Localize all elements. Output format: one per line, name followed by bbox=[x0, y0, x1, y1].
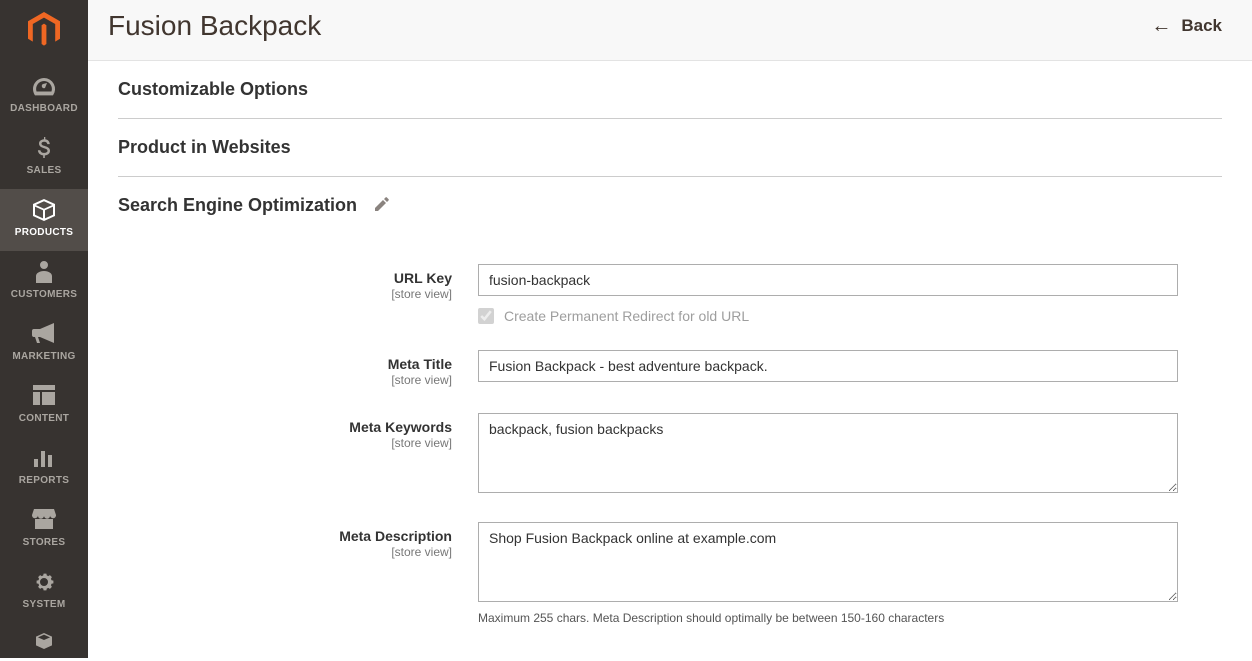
field-meta-title: Meta Title [store view] bbox=[118, 350, 1222, 387]
sidebar-item-reports[interactable]: REPORTS bbox=[0, 437, 88, 499]
storefront-icon bbox=[0, 509, 88, 531]
gear-icon bbox=[0, 571, 88, 593]
meta-title-label: Meta Title bbox=[118, 356, 452, 372]
dollar-icon bbox=[0, 137, 88, 159]
page-title: Fusion Backpack bbox=[108, 10, 321, 42]
arrow-left-icon: ← bbox=[1151, 15, 1171, 38]
scope-label: [store view] bbox=[118, 287, 452, 301]
section-seo[interactable]: Search Engine Optimization bbox=[118, 177, 1222, 234]
dashboard-icon bbox=[0, 75, 88, 97]
sidebar-label: DASHBOARD bbox=[0, 103, 88, 114]
url-key-label: URL Key bbox=[118, 270, 452, 286]
back-label: Back bbox=[1181, 16, 1222, 36]
meta-description-input[interactable] bbox=[478, 522, 1178, 602]
section-title: Search Engine Optimization bbox=[118, 195, 357, 216]
layout-icon bbox=[0, 385, 88, 407]
sidebar-label: STORES bbox=[0, 537, 88, 548]
bars-icon bbox=[0, 447, 88, 469]
redirect-checkbox bbox=[478, 308, 494, 324]
sidebar-item-stores[interactable]: STORES bbox=[0, 499, 88, 561]
sidebar-label: PRODUCTS bbox=[0, 227, 88, 238]
meta-keywords-input[interactable] bbox=[478, 413, 1178, 493]
sidebar-item-sales[interactable]: SALES bbox=[0, 127, 88, 189]
field-url-key: URL Key [store view] Create Permanent Re… bbox=[118, 264, 1222, 324]
section-customizable-options[interactable]: Customizable Options bbox=[118, 61, 1222, 119]
sidebar-item-marketing[interactable]: MARKETING bbox=[0, 313, 88, 375]
sidebar-label: MARKETING bbox=[0, 351, 88, 362]
scope-label: [store view] bbox=[118, 436, 452, 450]
scope-label: [store view] bbox=[118, 545, 452, 559]
pencil-icon bbox=[375, 197, 389, 214]
meta-title-input[interactable] bbox=[478, 350, 1178, 382]
sidebar-label: CONTENT bbox=[0, 413, 88, 424]
meta-description-note: Maximum 255 chars. Meta Description shou… bbox=[478, 611, 1178, 625]
redirect-label: Create Permanent Redirect for old URL bbox=[504, 308, 749, 324]
field-meta-description: Meta Description [store view] Maximum 25… bbox=[118, 522, 1222, 625]
redirect-checkbox-row: Create Permanent Redirect for old URL bbox=[478, 308, 1178, 324]
seo-form: URL Key [store view] Create Permanent Re… bbox=[118, 234, 1222, 625]
section-title: Product in Websites bbox=[118, 137, 291, 158]
admin-sidebar: DASHBOARD SALES PRODUCTS CUSTOMERS MARKE bbox=[0, 0, 88, 658]
sidebar-label: SYSTEM bbox=[0, 599, 88, 610]
sidebar-label: SALES bbox=[0, 165, 88, 176]
sidebar-item-customers[interactable]: CUSTOMERS bbox=[0, 251, 88, 313]
sidebar-item-dashboard[interactable]: DASHBOARD bbox=[0, 65, 88, 127]
sidebar-item-system[interactable]: SYSTEM bbox=[0, 561, 88, 623]
magento-logo[interactable] bbox=[24, 10, 64, 50]
megaphone-icon bbox=[0, 323, 88, 345]
back-button[interactable]: ← Back bbox=[1151, 15, 1222, 38]
content-area: Customizable Options Product in Websites… bbox=[88, 61, 1252, 658]
box-icon bbox=[0, 199, 88, 221]
sidebar-label: CUSTOMERS bbox=[0, 289, 88, 300]
person-icon bbox=[0, 261, 88, 283]
sidebar-item-content[interactable]: CONTENT bbox=[0, 375, 88, 437]
sidebar-item-products[interactable]: PRODUCTS bbox=[0, 189, 88, 251]
sidebar-item-extra[interactable] bbox=[0, 623, 88, 661]
url-key-input[interactable] bbox=[478, 264, 1178, 296]
section-product-in-websites[interactable]: Product in Websites bbox=[118, 119, 1222, 177]
package-icon bbox=[0, 633, 88, 655]
meta-keywords-label: Meta Keywords bbox=[118, 419, 452, 435]
field-meta-keywords: Meta Keywords [store view] bbox=[118, 413, 1222, 496]
main-area: Fusion Backpack ← Back Customizable Opti… bbox=[88, 0, 1252, 658]
section-title: Customizable Options bbox=[118, 79, 308, 100]
meta-description-label: Meta Description bbox=[118, 528, 452, 544]
page-header: Fusion Backpack ← Back bbox=[88, 0, 1252, 61]
scope-label: [store view] bbox=[118, 373, 452, 387]
sidebar-label: REPORTS bbox=[0, 475, 88, 486]
